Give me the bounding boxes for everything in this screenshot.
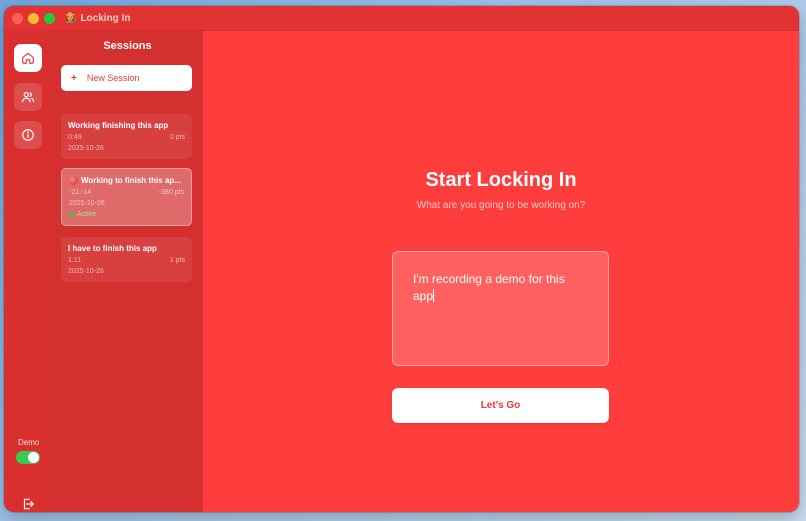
nav-info-button[interactable] bbox=[14, 121, 42, 149]
session-points: 0 pts bbox=[169, 134, 185, 141]
demo-label: Demo bbox=[18, 438, 40, 447]
session-title: Working finishing this app bbox=[68, 121, 169, 130]
active-status-label: Active bbox=[77, 211, 97, 218]
session-card[interactable]: I have to finish this app 1:11 1 pts 202… bbox=[61, 237, 192, 282]
active-status: Active bbox=[69, 211, 184, 218]
app-logo-icon: 👩‍🌾 bbox=[65, 12, 78, 24]
new-session-button[interactable]: + New Session bbox=[61, 65, 192, 91]
lets-go-button[interactable]: Let's Go bbox=[392, 388, 609, 423]
task-input-text: I'm recording a demo for this app bbox=[413, 272, 565, 303]
page-title: Start Locking In bbox=[425, 169, 577, 191]
sessions-panel: Sessions + New Session Working finishing… bbox=[52, 30, 203, 512]
tomato-icon bbox=[69, 176, 78, 185]
info-icon bbox=[22, 129, 34, 141]
session-points: -380 pts bbox=[158, 189, 184, 196]
session-date: 2025-10-26 bbox=[68, 145, 104, 152]
session-title: I have to finish this app bbox=[68, 244, 157, 253]
lets-go-label: Let's Go bbox=[480, 400, 521, 411]
toggle-knob bbox=[28, 452, 39, 463]
plus-icon: + bbox=[71, 72, 77, 84]
window-title: 👩‍🌾 Locking In bbox=[65, 13, 130, 24]
session-duration: -21:-14 bbox=[69, 189, 92, 196]
session-date: 2025-10-26 bbox=[69, 200, 105, 207]
new-session-label: New Session bbox=[86, 73, 140, 83]
session-duration: 0:49 bbox=[68, 134, 82, 141]
users-icon bbox=[21, 92, 35, 103]
demo-toggle[interactable] bbox=[16, 451, 40, 464]
session-card[interactable]: Working finishing this app 0:49 0 pts 20… bbox=[61, 114, 192, 159]
page-subtitle: What are you going to be working on? bbox=[416, 200, 586, 211]
active-dot-icon bbox=[69, 212, 74, 217]
title-bar: 👩‍🌾 Locking In bbox=[4, 6, 799, 31]
home-icon bbox=[22, 52, 34, 64]
session-points: 1 pts bbox=[169, 257, 185, 264]
main-content: Start Locking In What are you going to b… bbox=[203, 30, 799, 512]
logout-icon[interactable] bbox=[21, 497, 35, 511]
session-card-active[interactable]: Working to finish this ap... -21:-14 -38… bbox=[61, 168, 192, 226]
session-date: 2025-10-26 bbox=[68, 268, 104, 275]
sessions-title: Sessions bbox=[103, 40, 152, 52]
nav-home-button[interactable] bbox=[14, 44, 42, 72]
minimize-window-button[interactable] bbox=[28, 12, 39, 24]
nav-rail: Demo bbox=[4, 30, 53, 512]
task-input[interactable]: I'm recording a demo for this app bbox=[392, 251, 609, 366]
app-window: 👩‍🌾 Locking In Demo Sessions + New Sessi… bbox=[4, 6, 799, 512]
text-caret bbox=[433, 289, 435, 302]
close-window-button[interactable] bbox=[12, 12, 23, 24]
nav-users-button[interactable] bbox=[14, 83, 42, 111]
zoom-window-button[interactable] bbox=[44, 12, 55, 24]
window-title-text: Locking In bbox=[80, 12, 131, 24]
session-duration: 1:11 bbox=[68, 257, 82, 264]
session-title: Working to finish this ap... bbox=[81, 176, 181, 185]
